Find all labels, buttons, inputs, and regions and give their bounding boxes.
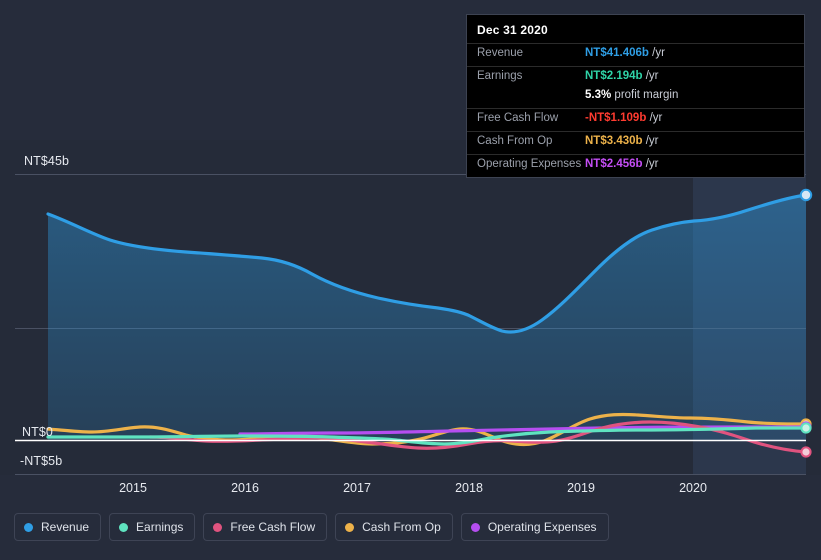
tooltip-amount-operating-expenses: NT$2.456b: [585, 158, 643, 170]
tooltip-label-operating-expenses: Operating Expenses: [477, 158, 582, 170]
y-axis-label-zero: NT$0: [22, 425, 53, 439]
tooltip-row-revenue: Revenue NT$41.406b /yr: [467, 43, 804, 66]
profit-margin-label: profit margin: [614, 89, 679, 101]
tooltip-amount-revenue: NT$41.406b: [585, 47, 649, 59]
legend-dot-revenue-icon: [24, 522, 33, 532]
tooltip-label-revenue: Revenue: [477, 47, 524, 59]
y-axis-label-max: NT$45b: [24, 154, 70, 168]
legend-dot-cash-from-op-icon: [345, 522, 355, 532]
x-axis-label-2020: 2020: [679, 481, 707, 495]
x-axis-label-2017: 2017: [343, 481, 371, 495]
tooltip-value-operating-expenses: NT$2.456b /yr: [585, 158, 659, 170]
tooltip-label-earnings: Earnings: [477, 70, 523, 82]
tooltip-unit-earnings: /yr: [645, 70, 659, 82]
legend-label-free-cash-flow: Free Cash Flow: [230, 520, 316, 534]
legend-item-cash-from-op[interactable]: Cash From Op: [335, 513, 453, 541]
tooltip-value-revenue: NT$41.406b /yr: [585, 47, 665, 59]
legend-dot-free-cash-flow-icon: [213, 522, 223, 532]
profit-margin-percent: 5.3%: [585, 89, 612, 101]
legend-item-free-cash-flow[interactable]: Free Cash Flow: [203, 513, 328, 541]
tooltip-unit-cash-from-op: /yr: [645, 135, 659, 147]
tooltip-row-earnings: Earnings NT$2.194b /yr: [467, 66, 804, 89]
tooltip-row-profit-margin: 5.3% profit margin: [467, 89, 804, 108]
x-axis-label-2018: 2018: [455, 481, 483, 495]
x-axis-label-2015: 2015: [119, 481, 147, 495]
x-axis-label-2016: 2016: [231, 481, 259, 495]
tooltip-value-earnings: NT$2.194b /yr: [585, 70, 659, 82]
tooltip-amount-cash-from-op: NT$3.430b: [585, 135, 643, 147]
legend-item-operating-expenses[interactable]: Operating Expenses: [460, 513, 609, 541]
legend-label-operating-expenses: Operating Expenses: [487, 520, 597, 534]
tooltip-value-free-cash-flow: -NT$1.109b /yr: [585, 112, 662, 124]
tooltip-label-cash-from-op: Cash From Op: [477, 135, 553, 147]
chart-tooltip: Dec 31 2020 Revenue NT$41.406b /yr Earni…: [466, 14, 805, 178]
tooltip-row-operating-expenses: Operating Expenses NT$2.456b /yr: [467, 154, 804, 177]
tooltip-row-cash-from-op: Cash From Op NT$3.430b /yr: [467, 131, 804, 154]
tooltip-value-profit-margin: 5.3% profit margin: [585, 89, 678, 101]
tooltip-date: Dec 31 2020: [477, 23, 548, 37]
legend-item-revenue[interactable]: Revenue: [14, 513, 102, 541]
legend-dot-operating-expenses-icon: [470, 522, 480, 532]
legend-label-cash-from-op: Cash From Op: [362, 520, 441, 534]
x-axis-label-2019: 2019: [567, 481, 595, 495]
legend-label-earnings: Earnings: [136, 520, 184, 534]
legend-item-earnings[interactable]: Earnings: [109, 513, 196, 541]
chart-page: NT$45b NT$0 -NT$5b 2015 2016 2017 2018 2…: [0, 0, 821, 560]
tooltip-label-free-cash-flow: Free Cash Flow: [477, 112, 559, 124]
chart-legend: Revenue Earnings Free Cash Flow Cash Fro…: [14, 513, 609, 541]
tooltip-unit-free-cash-flow: /yr: [649, 112, 663, 124]
tooltip-unit-revenue: /yr: [652, 47, 665, 59]
tooltip-value-cash-from-op: NT$3.430b /yr: [585, 135, 659, 147]
tooltip-unit-operating-expenses: /yr: [645, 158, 659, 170]
tooltip-row-free-cash-flow: Free Cash Flow -NT$1.109b /yr: [467, 108, 804, 131]
y-axis-label-min: -NT$5b: [20, 454, 63, 468]
earnings-endpoint-marker[interactable]: [800, 422, 812, 434]
legend-dot-earnings-icon: [119, 522, 129, 532]
tooltip-amount-free-cash-flow: -NT$1.109b: [585, 112, 647, 124]
revenue-endpoint-marker[interactable]: [799, 188, 813, 202]
tooltip-amount-earnings: NT$2.194b: [585, 70, 643, 82]
free-cash-flow-endpoint-marker[interactable]: [800, 446, 812, 458]
legend-label-revenue: Revenue: [41, 520, 90, 534]
